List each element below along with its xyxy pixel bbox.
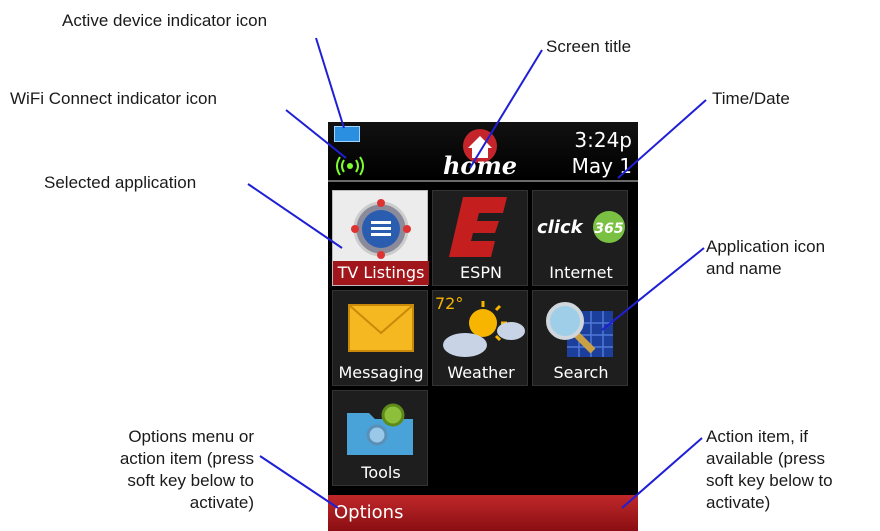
callout-time-date: Time/Date [712,89,790,108]
app-tile-espn[interactable]: ESPN [432,190,528,286]
magnifier-icon [546,302,613,357]
home-logo: home [443,129,517,178]
callout-active-device: Active device indicator icon [62,11,268,30]
tv-listings-icon [351,199,411,259]
callout-action-item: Action item, if available (press soft ke… [706,427,833,512]
espn-icon [449,197,507,257]
tools-folder-icon [347,403,413,455]
app-label: Tools [361,463,401,482]
date-display: May 1 [571,154,632,178]
weather-icon: 72° [435,294,525,357]
callout-application-icon: Application icon and name [706,237,826,278]
app-tile-tools[interactable]: Tools [332,390,428,486]
time-display: 3:24p [574,128,632,152]
phone-screen: home 3:24p May 1 TV Listings ESPN click … [328,122,638,531]
callout-selected-application: Selected application [44,173,197,192]
app-label: Search [553,363,609,382]
status-bar: home 3:24p May 1 [328,122,638,182]
options-softkey[interactable]: Options [334,502,403,523]
app-tile-messaging[interactable]: Messaging [332,290,428,386]
svg-text:365: 365 [594,221,623,237]
app-tile-internet[interactable]: click 365 Internet [532,190,628,286]
callout-screen-title: Screen title [546,37,632,56]
leader-active-device [315,37,345,129]
app-tile-search[interactable]: Search [532,290,628,386]
svg-text:72°: 72° [435,294,463,313]
envelope-icon [348,304,414,352]
screen-title: home [443,151,517,178]
click365-internet-icon: click 365 [537,211,625,243]
app-label: TV Listings [333,261,429,285]
app-tile-tv-listings[interactable]: TV Listings [332,190,429,286]
app-label: Messaging [338,363,424,382]
callout-wifi: WiFi Connect indicator icon [10,89,217,108]
app-label: Internet [549,263,613,282]
wifi-connected-icon [336,156,364,176]
leader-options [259,455,339,509]
softkey-bar: Options [328,495,638,531]
callout-options-menu: Options menu or action item (press soft … [119,427,254,512]
svg-text:click: click [537,217,584,238]
app-tile-weather[interactable]: 72° Weather [432,290,528,386]
app-label: Weather [447,363,515,382]
active-device-icon [334,126,360,142]
app-label: ESPN [460,263,502,282]
